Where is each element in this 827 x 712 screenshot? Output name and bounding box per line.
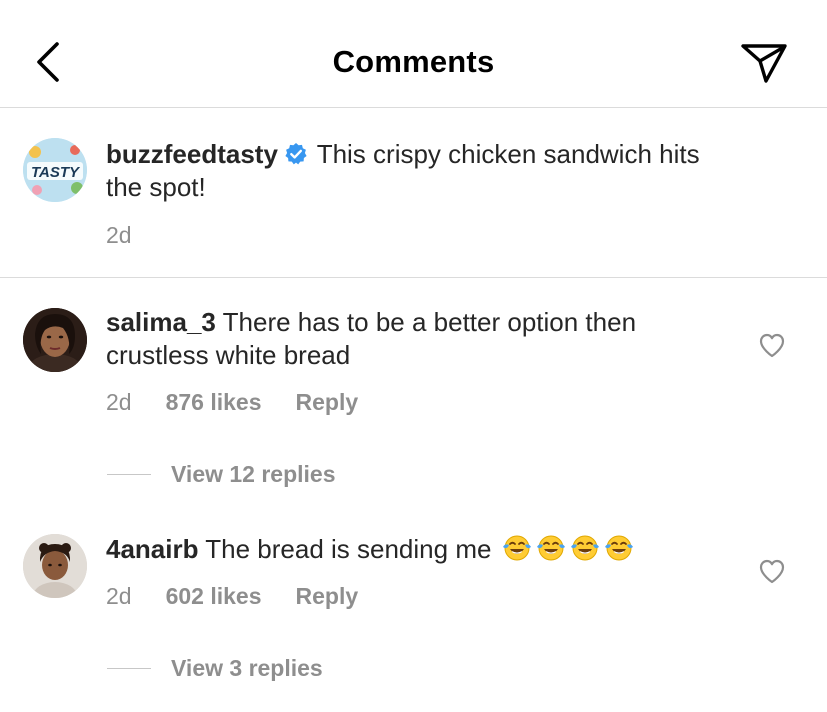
caption-text: buzzfeedtasty This crispy chicken sandwi… bbox=[106, 138, 700, 204]
like-heart-icon[interactable] bbox=[758, 558, 786, 584]
caption-timestamp: 2d bbox=[106, 222, 132, 248]
caption-meta: 2d bbox=[106, 222, 166, 249]
comment-text: 4anairb The bread is sending me bbox=[106, 532, 635, 566]
comment-meta: 2d 602 likes Reply bbox=[106, 583, 358, 610]
comment-username[interactable]: 4anairb bbox=[106, 534, 199, 564]
comment-username[interactable]: salima_3 bbox=[106, 307, 216, 337]
comment-timestamp: 2d bbox=[106, 583, 132, 609]
replies-divider bbox=[107, 668, 151, 669]
replies-divider bbox=[107, 474, 151, 475]
view-replies-button[interactable]: View 3 replies bbox=[107, 655, 323, 682]
comment-likes[interactable]: 876 likes bbox=[166, 389, 262, 416]
comment-body: There has to be a better option then bbox=[222, 307, 637, 337]
paper-plane-icon bbox=[741, 44, 787, 83]
tasty-logo-avatar: TASTY bbox=[23, 138, 87, 202]
view-replies-label: View 3 replies bbox=[171, 655, 323, 681]
face-with-tears-of-joy-icon bbox=[604, 535, 633, 561]
share-button[interactable] bbox=[738, 40, 790, 86]
header-bar: Comments bbox=[0, 0, 827, 108]
svg-text:TASTY: TASTY bbox=[31, 164, 81, 181]
comment-body-line2: crustless white bread bbox=[106, 340, 351, 370]
verified-badge-icon bbox=[285, 143, 307, 165]
comment-text: salima_3 There has to be a better option… bbox=[106, 306, 636, 372]
view-replies-button[interactable]: View 12 replies bbox=[107, 461, 336, 488]
comment-timestamp: 2d bbox=[106, 389, 132, 415]
avatar[interactable] bbox=[23, 308, 87, 372]
caption-body-line2: the spot! bbox=[106, 172, 206, 202]
face-with-tears-of-joy-icon bbox=[536, 535, 565, 561]
comment-likes[interactable]: 602 likes bbox=[166, 583, 262, 610]
page-title: Comments bbox=[332, 44, 495, 79]
comment-body: The bread is sending me bbox=[205, 534, 492, 564]
view-replies-label: View 12 replies bbox=[171, 461, 336, 487]
comment-meta: 2d 876 likes Reply bbox=[106, 389, 358, 416]
post-caption: TASTY buzzfeedtasty This crispy chicken … bbox=[0, 108, 827, 278]
reply-button[interactable]: Reply bbox=[296, 389, 359, 416]
face-with-tears-of-joy-icon bbox=[502, 535, 531, 561]
user-photo-avatar bbox=[23, 534, 87, 598]
reply-button[interactable]: Reply bbox=[296, 583, 359, 610]
like-heart-icon[interactable] bbox=[758, 332, 786, 358]
avatar[interactable]: TASTY bbox=[23, 138, 87, 202]
caption-body: This crispy chicken sandwich hits bbox=[316, 139, 700, 169]
face-with-tears-of-joy-icon bbox=[570, 535, 599, 561]
avatar[interactable] bbox=[23, 534, 87, 598]
caption-username[interactable]: buzzfeedtasty bbox=[106, 139, 278, 169]
emoji-group bbox=[499, 534, 635, 564]
user-photo-avatar bbox=[23, 308, 87, 372]
